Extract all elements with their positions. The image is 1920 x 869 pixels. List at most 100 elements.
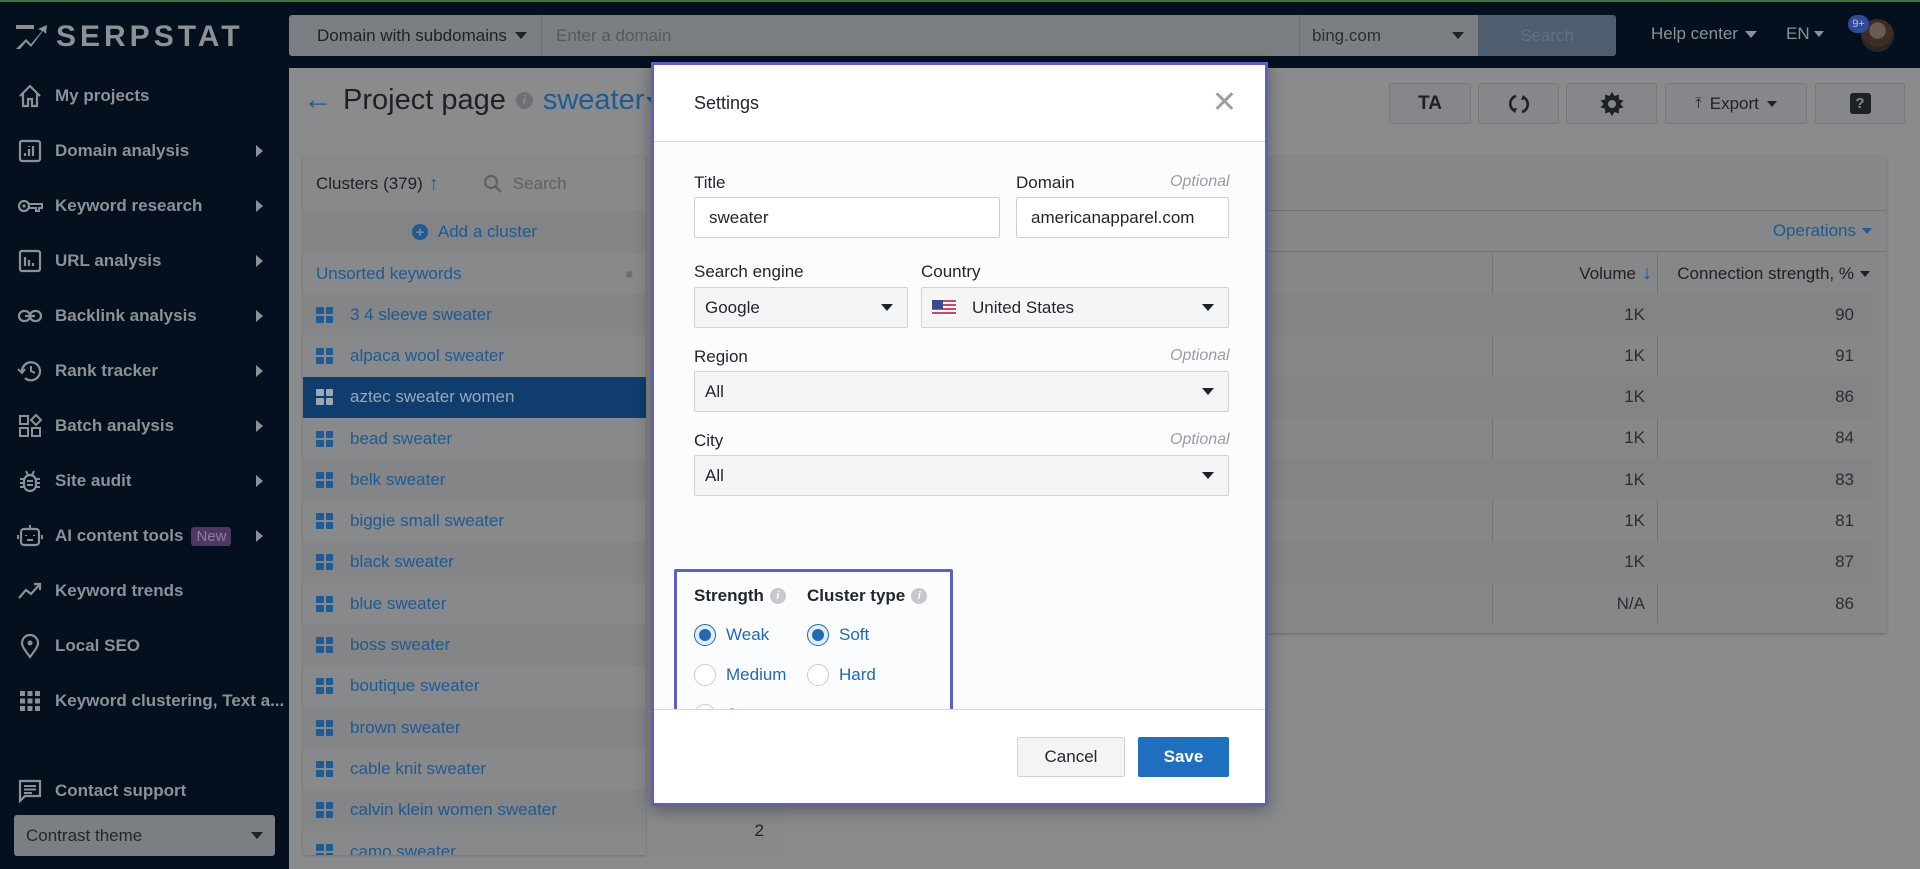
country-select[interactable]: United States: [921, 287, 1229, 328]
project-selector[interactable]: sweater: [543, 84, 657, 117]
text-analytics-button[interactable]: TA: [1389, 83, 1471, 124]
title-label: Title: [694, 173, 726, 192]
radio-circle[interactable]: [807, 664, 829, 686]
info-icon[interactable]: i: [911, 588, 928, 604]
city-select[interactable]: All: [694, 455, 1229, 496]
cluster-list-item[interactable]: cable knit sweater: [303, 748, 646, 789]
info-icon[interactable]: i: [515, 91, 533, 109]
cancel-button[interactable]: Cancel: [1017, 737, 1125, 777]
sidebar-item-domain-analysis[interactable]: Domain analysis: [0, 131, 289, 171]
region-label: Region: [694, 347, 748, 366]
cluster-icon: [316, 802, 333, 819]
column-header-volume[interactable]: Volume ↓: [1492, 253, 1652, 294]
chevron-right-icon: [256, 145, 263, 157]
cluster-list-item[interactable]: biggie small sweater: [303, 500, 646, 541]
radio-circle[interactable]: [807, 624, 829, 646]
sidebar-item-keyword-research[interactable]: Keyword research: [0, 186, 289, 226]
serpstat-logo[interactable]: SERPSTAT: [14, 20, 244, 54]
sidebar-item-my-projects[interactable]: My projects: [0, 76, 289, 116]
column-header-connection-strength[interactable]: Connection strength, %: [1657, 253, 1870, 294]
save-button[interactable]: Save: [1138, 737, 1229, 777]
export-button[interactable]: ⤒ Export: [1665, 83, 1807, 124]
cluster-list-item[interactable]: bead sweater: [303, 418, 646, 459]
database-value: bing.com: [1312, 25, 1381, 45]
help-center-label: Help center: [1651, 24, 1738, 43]
history-icon: [16, 357, 44, 385]
sidebar-item-label: Backlink analysis: [55, 306, 197, 325]
sidebar-item-keyword-trends[interactable]: Keyword trends: [0, 571, 289, 611]
sidebar-item-keyword-clustering-text-a[interactable]: Keyword clustering, Text a...: [0, 681, 289, 721]
sidebar-item-local-seo[interactable]: Local SEO: [0, 626, 289, 666]
theme-select-value: Contrast theme: [26, 825, 143, 845]
radio-label: Soft: [839, 625, 870, 644]
grid-icon: [16, 687, 44, 715]
theme-select[interactable]: Contrast theme: [14, 815, 275, 856]
volume-header-label: Volume: [1579, 263, 1636, 283]
info-icon[interactable]: i: [769, 588, 786, 604]
sidebar-item-label: Keyword clustering, Text a...: [55, 691, 285, 710]
domain-field[interactable]: americanapparel.com: [1016, 197, 1229, 238]
cluster-type-label: Cluster type: [807, 586, 906, 605]
connection-strength-cell: 91: [1835, 345, 1854, 365]
cluster-icon: [316, 843, 333, 855]
help-center-menu[interactable]: Help center: [1651, 24, 1757, 44]
cluster-icon: [316, 719, 333, 736]
settings-button[interactable]: [1566, 83, 1657, 124]
volume-cell: 1K: [1624, 469, 1645, 489]
chevron-down-icon: [1862, 228, 1872, 234]
search-button[interactable]: Search: [1478, 15, 1616, 56]
radio-circle[interactable]: [694, 664, 716, 686]
search-type-select[interactable]: Domain with subdomains: [289, 15, 542, 56]
pin-icon[interactable]: ■: [626, 267, 633, 281]
plus-circle-icon: +: [411, 224, 428, 240]
cluster-list-item[interactable]: 3 4 sleeve sweater: [303, 294, 646, 336]
radio-circle[interactable]: [694, 624, 716, 646]
language-menu[interactable]: EN: [1786, 24, 1824, 44]
search-engine-select[interactable]: Google: [694, 287, 908, 328]
domain-input[interactable]: Enter a domain: [542, 15, 1300, 56]
title-input[interactable]: sweater: [694, 197, 1000, 238]
refresh-button[interactable]: [1478, 83, 1559, 124]
city-value: All: [705, 465, 724, 485]
back-arrow-icon[interactable]: ←: [303, 83, 333, 117]
cluster-list-item[interactable]: boss sweater: [303, 624, 646, 666]
cluster-list-item[interactable]: boutique sweater: [303, 666, 646, 707]
cluster-list-item[interactable]: blue sweater: [303, 583, 646, 624]
cluster-list-item[interactable]: aztec sweater women: [303, 376, 646, 418]
unsorted-keywords-item[interactable]: Unsorted keywords ■: [303, 253, 646, 294]
cluster-name: alpaca wool sweater: [350, 345, 505, 365]
help-button[interactable]: ?: [1815, 83, 1905, 124]
cluster-list-item[interactable]: black sweater: [303, 541, 646, 584]
cluster-type-radio-hard[interactable]: Hard: [807, 664, 876, 686]
sidebar-item-ai-content-tools[interactable]: AI content tools New: [0, 516, 289, 556]
close-icon[interactable]: ✕: [1212, 88, 1237, 118]
cluster-list-item[interactable]: belk sweater: [303, 459, 646, 501]
cluster-icon: [316, 389, 333, 406]
cluster-type-radio-soft[interactable]: Soft: [807, 624, 869, 646]
sidebar-item-rank-tracker[interactable]: Rank tracker: [0, 351, 289, 391]
chevron-down-icon: [515, 32, 527, 39]
add-cluster-button[interactable]: + Add a cluster: [303, 211, 646, 253]
sidebar-item-url-analysis[interactable]: URL analysis: [0, 241, 289, 281]
strength-radio-medium[interactable]: Medium: [694, 664, 786, 686]
cluster-list-item[interactable]: brown sweater: [303, 706, 646, 749]
chevron-down-icon: [1452, 32, 1464, 39]
cluster-list-item[interactable]: camo sweater: [303, 831, 646, 855]
chevron-down-icon: [881, 304, 893, 311]
modal-header: Settings ✕: [654, 65, 1265, 142]
language-label: EN: [1786, 24, 1810, 43]
database-select[interactable]: bing.com: [1300, 15, 1478, 56]
sidebar-item-site-audit[interactable]: Site audit: [0, 461, 289, 501]
cluster-icon: [316, 306, 333, 323]
region-select[interactable]: All: [694, 371, 1229, 412]
sort-ascending-icon[interactable]: ↑: [429, 173, 439, 196]
city-optional-hint: Optional: [1170, 431, 1230, 448]
cluster-search-input[interactable]: Search: [483, 174, 567, 194]
strength-radio-weak[interactable]: Weak: [694, 624, 769, 646]
sidebar-item-batch-analysis[interactable]: Batch analysis: [0, 406, 289, 446]
cluster-list-item[interactable]: alpaca wool sweater: [303, 335, 646, 376]
notifications-badge[interactable]: 9+: [1848, 15, 1869, 33]
contact-support-link[interactable]: Contact support: [0, 771, 289, 811]
sidebar-item-backlink-analysis[interactable]: Backlink analysis: [0, 296, 289, 336]
cluster-list-item[interactable]: calvin klein women sweater: [303, 789, 646, 831]
